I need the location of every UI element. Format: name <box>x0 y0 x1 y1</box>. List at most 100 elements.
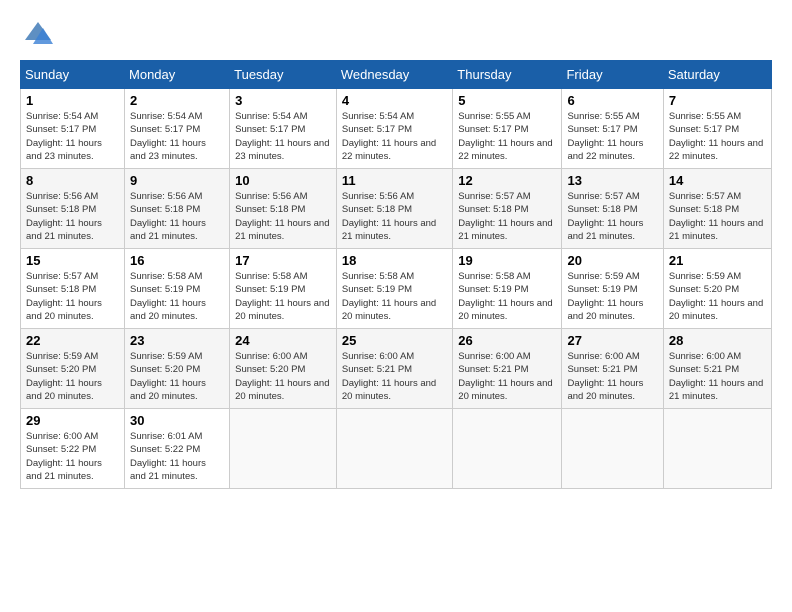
calendar-cell: 4 Sunrise: 5:54 AMSunset: 5:17 PMDayligh… <box>336 89 452 169</box>
day-number: 18 <box>342 253 447 268</box>
logo <box>20 20 53 50</box>
day-info: Sunrise: 5:57 AMSunset: 5:18 PMDaylight:… <box>26 270 119 323</box>
calendar-cell: 16 Sunrise: 5:58 AMSunset: 5:19 PMDaylig… <box>125 249 230 329</box>
day-number: 13 <box>567 173 657 188</box>
calendar-table: SundayMondayTuesdayWednesdayThursdayFrid… <box>20 60 772 489</box>
weekday-header-row: SundayMondayTuesdayWednesdayThursdayFrid… <box>21 61 772 89</box>
day-number: 21 <box>669 253 766 268</box>
calendar-cell <box>663 409 771 489</box>
page-header <box>20 20 772 50</box>
day-number: 15 <box>26 253 119 268</box>
weekday-thursday: Thursday <box>453 61 562 89</box>
day-info: Sunrise: 5:56 AMSunset: 5:18 PMDaylight:… <box>342 190 447 243</box>
day-info: Sunrise: 5:59 AMSunset: 5:20 PMDaylight:… <box>669 270 766 323</box>
calendar-cell: 21 Sunrise: 5:59 AMSunset: 5:20 PMDaylig… <box>663 249 771 329</box>
calendar-week-5: 29 Sunrise: 6:00 AMSunset: 5:22 PMDaylig… <box>21 409 772 489</box>
calendar-cell: 29 Sunrise: 6:00 AMSunset: 5:22 PMDaylig… <box>21 409 125 489</box>
day-number: 6 <box>567 93 657 108</box>
day-info: Sunrise: 6:00 AMSunset: 5:21 PMDaylight:… <box>567 350 657 403</box>
day-info: Sunrise: 5:56 AMSunset: 5:18 PMDaylight:… <box>26 190 119 243</box>
day-number: 1 <box>26 93 119 108</box>
day-number: 4 <box>342 93 447 108</box>
day-info: Sunrise: 6:00 AMSunset: 5:20 PMDaylight:… <box>235 350 331 403</box>
day-info: Sunrise: 5:58 AMSunset: 5:19 PMDaylight:… <box>458 270 556 323</box>
logo-icon <box>23 20 53 50</box>
day-number: 14 <box>669 173 766 188</box>
day-info: Sunrise: 5:55 AMSunset: 5:17 PMDaylight:… <box>458 110 556 163</box>
day-number: 22 <box>26 333 119 348</box>
day-info: Sunrise: 5:56 AMSunset: 5:18 PMDaylight:… <box>235 190 331 243</box>
day-number: 3 <box>235 93 331 108</box>
calendar-cell: 27 Sunrise: 6:00 AMSunset: 5:21 PMDaylig… <box>562 329 663 409</box>
calendar-cell: 5 Sunrise: 5:55 AMSunset: 5:17 PMDayligh… <box>453 89 562 169</box>
day-number: 2 <box>130 93 224 108</box>
calendar-week-2: 8 Sunrise: 5:56 AMSunset: 5:18 PMDayligh… <box>21 169 772 249</box>
day-info: Sunrise: 5:57 AMSunset: 5:18 PMDaylight:… <box>567 190 657 243</box>
calendar-cell: 11 Sunrise: 5:56 AMSunset: 5:18 PMDaylig… <box>336 169 452 249</box>
calendar-week-4: 22 Sunrise: 5:59 AMSunset: 5:20 PMDaylig… <box>21 329 772 409</box>
day-number: 25 <box>342 333 447 348</box>
day-number: 5 <box>458 93 556 108</box>
weekday-saturday: Saturday <box>663 61 771 89</box>
day-info: Sunrise: 5:54 AMSunset: 5:17 PMDaylight:… <box>342 110 447 163</box>
day-info: Sunrise: 5:54 AMSunset: 5:17 PMDaylight:… <box>26 110 119 163</box>
day-number: 19 <box>458 253 556 268</box>
day-number: 9 <box>130 173 224 188</box>
day-info: Sunrise: 6:00 AMSunset: 5:21 PMDaylight:… <box>458 350 556 403</box>
calendar-cell: 6 Sunrise: 5:55 AMSunset: 5:17 PMDayligh… <box>562 89 663 169</box>
calendar-cell: 13 Sunrise: 5:57 AMSunset: 5:18 PMDaylig… <box>562 169 663 249</box>
weekday-sunday: Sunday <box>21 61 125 89</box>
day-info: Sunrise: 5:58 AMSunset: 5:19 PMDaylight:… <box>235 270 331 323</box>
calendar-week-3: 15 Sunrise: 5:57 AMSunset: 5:18 PMDaylig… <box>21 249 772 329</box>
weekday-wednesday: Wednesday <box>336 61 452 89</box>
weekday-tuesday: Tuesday <box>230 61 337 89</box>
day-info: Sunrise: 5:56 AMSunset: 5:18 PMDaylight:… <box>130 190 224 243</box>
day-info: Sunrise: 5:59 AMSunset: 5:20 PMDaylight:… <box>130 350 224 403</box>
day-info: Sunrise: 5:59 AMSunset: 5:20 PMDaylight:… <box>26 350 119 403</box>
calendar-cell: 15 Sunrise: 5:57 AMSunset: 5:18 PMDaylig… <box>21 249 125 329</box>
calendar-cell: 20 Sunrise: 5:59 AMSunset: 5:19 PMDaylig… <box>562 249 663 329</box>
day-number: 12 <box>458 173 556 188</box>
calendar-cell: 18 Sunrise: 5:58 AMSunset: 5:19 PMDaylig… <box>336 249 452 329</box>
calendar-cell: 8 Sunrise: 5:56 AMSunset: 5:18 PMDayligh… <box>21 169 125 249</box>
calendar-cell: 1 Sunrise: 5:54 AMSunset: 5:17 PMDayligh… <box>21 89 125 169</box>
day-info: Sunrise: 6:00 AMSunset: 5:21 PMDaylight:… <box>342 350 447 403</box>
weekday-friday: Friday <box>562 61 663 89</box>
day-info: Sunrise: 5:55 AMSunset: 5:17 PMDaylight:… <box>669 110 766 163</box>
day-info: Sunrise: 5:54 AMSunset: 5:17 PMDaylight:… <box>235 110 331 163</box>
calendar-cell: 7 Sunrise: 5:55 AMSunset: 5:17 PMDayligh… <box>663 89 771 169</box>
calendar-cell: 22 Sunrise: 5:59 AMSunset: 5:20 PMDaylig… <box>21 329 125 409</box>
calendar-cell <box>453 409 562 489</box>
calendar-cell: 19 Sunrise: 5:58 AMSunset: 5:19 PMDaylig… <box>453 249 562 329</box>
day-info: Sunrise: 5:55 AMSunset: 5:17 PMDaylight:… <box>567 110 657 163</box>
calendar-cell: 17 Sunrise: 5:58 AMSunset: 5:19 PMDaylig… <box>230 249 337 329</box>
calendar-cell <box>562 409 663 489</box>
day-info: Sunrise: 5:57 AMSunset: 5:18 PMDaylight:… <box>458 190 556 243</box>
day-number: 23 <box>130 333 224 348</box>
weekday-monday: Monday <box>125 61 230 89</box>
calendar-cell: 3 Sunrise: 5:54 AMSunset: 5:17 PMDayligh… <box>230 89 337 169</box>
calendar-cell: 9 Sunrise: 5:56 AMSunset: 5:18 PMDayligh… <box>125 169 230 249</box>
day-info: Sunrise: 6:01 AMSunset: 5:22 PMDaylight:… <box>130 430 224 483</box>
day-number: 26 <box>458 333 556 348</box>
day-info: Sunrise: 5:54 AMSunset: 5:17 PMDaylight:… <box>130 110 224 163</box>
day-info: Sunrise: 5:57 AMSunset: 5:18 PMDaylight:… <box>669 190 766 243</box>
day-number: 28 <box>669 333 766 348</box>
day-number: 11 <box>342 173 447 188</box>
day-info: Sunrise: 6:00 AMSunset: 5:21 PMDaylight:… <box>669 350 766 403</box>
day-number: 8 <box>26 173 119 188</box>
calendar-cell <box>336 409 452 489</box>
calendar-cell: 12 Sunrise: 5:57 AMSunset: 5:18 PMDaylig… <box>453 169 562 249</box>
day-number: 16 <box>130 253 224 268</box>
calendar-cell: 28 Sunrise: 6:00 AMSunset: 5:21 PMDaylig… <box>663 329 771 409</box>
day-number: 29 <box>26 413 119 428</box>
day-number: 7 <box>669 93 766 108</box>
day-info: Sunrise: 5:58 AMSunset: 5:19 PMDaylight:… <box>342 270 447 323</box>
day-number: 27 <box>567 333 657 348</box>
calendar-cell: 25 Sunrise: 6:00 AMSunset: 5:21 PMDaylig… <box>336 329 452 409</box>
day-info: Sunrise: 5:59 AMSunset: 5:19 PMDaylight:… <box>567 270 657 323</box>
calendar-cell: 10 Sunrise: 5:56 AMSunset: 5:18 PMDaylig… <box>230 169 337 249</box>
day-info: Sunrise: 5:58 AMSunset: 5:19 PMDaylight:… <box>130 270 224 323</box>
calendar-cell: 14 Sunrise: 5:57 AMSunset: 5:18 PMDaylig… <box>663 169 771 249</box>
day-info: Sunrise: 6:00 AMSunset: 5:22 PMDaylight:… <box>26 430 119 483</box>
